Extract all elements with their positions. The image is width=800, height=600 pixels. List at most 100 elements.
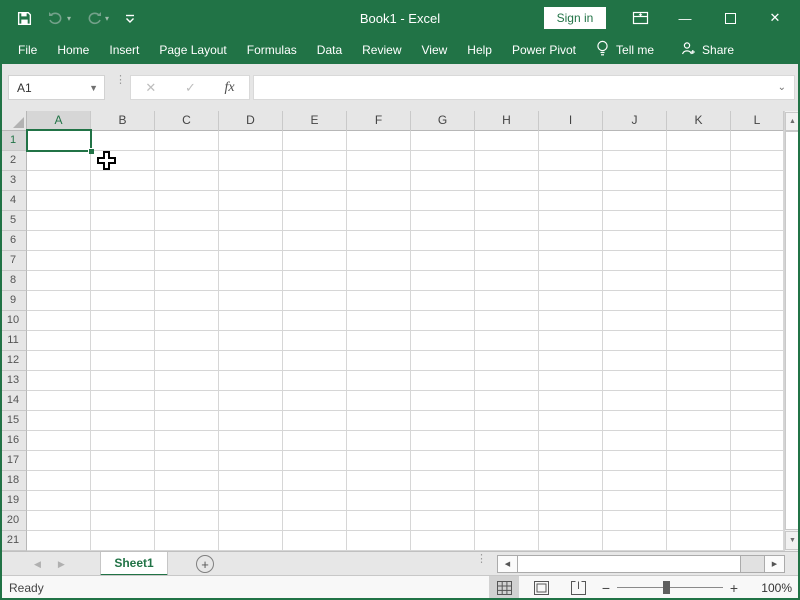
cell-F13[interactable] xyxy=(347,371,411,391)
cell-F12[interactable] xyxy=(347,351,411,371)
cell-E11[interactable] xyxy=(283,331,347,351)
cell-A8[interactable] xyxy=(27,271,91,291)
cell-D17[interactable] xyxy=(219,451,283,471)
scroll-down-icon[interactable]: ▼ xyxy=(785,531,800,550)
zoom-in-icon[interactable]: + xyxy=(726,580,742,596)
cell-G6[interactable] xyxy=(411,231,475,251)
cell-J2[interactable] xyxy=(603,151,667,171)
cell-G10[interactable] xyxy=(411,311,475,331)
cell-I16[interactable] xyxy=(539,431,603,451)
cell-G12[interactable] xyxy=(411,351,475,371)
scroll-left-icon[interactable]: ◀ xyxy=(497,555,518,573)
cell-H15[interactable] xyxy=(475,411,539,431)
cell-L2[interactable] xyxy=(731,151,784,171)
cell-D2[interactable] xyxy=(219,151,283,171)
cell-J1[interactable] xyxy=(603,131,667,151)
cell-B1[interactable] xyxy=(91,131,155,151)
next-sheet-icon[interactable]: ▶ xyxy=(58,559,65,570)
cell-H7[interactable] xyxy=(475,251,539,271)
cell-B11[interactable] xyxy=(91,331,155,351)
column-header-C[interactable]: C xyxy=(155,111,219,131)
cell-G2[interactable] xyxy=(411,151,475,171)
cell-K20[interactable] xyxy=(667,511,731,531)
cell-L3[interactable] xyxy=(731,171,784,191)
cell-L1[interactable] xyxy=(731,131,784,151)
cell-D14[interactable] xyxy=(219,391,283,411)
cell-A10[interactable] xyxy=(27,311,91,331)
row-header-2[interactable]: 2 xyxy=(0,151,27,171)
sign-in-button[interactable]: Sign in xyxy=(544,7,606,29)
cell-K6[interactable] xyxy=(667,231,731,251)
row-header-18[interactable]: 18 xyxy=(0,471,27,491)
ribbon-tab-insert[interactable]: Insert xyxy=(99,36,149,64)
cell-J6[interactable] xyxy=(603,231,667,251)
cell-L14[interactable] xyxy=(731,391,784,411)
cell-K18[interactable] xyxy=(667,471,731,491)
cell-F3[interactable] xyxy=(347,171,411,191)
cell-B5[interactable] xyxy=(91,211,155,231)
cell-E13[interactable] xyxy=(283,371,347,391)
cell-B20[interactable] xyxy=(91,511,155,531)
cell-K4[interactable] xyxy=(667,191,731,211)
cell-L11[interactable] xyxy=(731,331,784,351)
cell-K13[interactable] xyxy=(667,371,731,391)
cell-B10[interactable] xyxy=(91,311,155,331)
scroll-up-icon[interactable]: ▲ xyxy=(785,112,800,131)
cell-A2[interactable] xyxy=(27,151,91,171)
cell-F2[interactable] xyxy=(347,151,411,171)
cell-E12[interactable] xyxy=(283,351,347,371)
row-header-21[interactable]: 21 xyxy=(0,531,27,551)
sheet-tab-sheet1[interactable]: Sheet1 xyxy=(100,552,168,576)
row-header-6[interactable]: 6 xyxy=(0,231,27,251)
cell-A1[interactable] xyxy=(27,131,91,151)
row-header-16[interactable]: 16 xyxy=(0,431,27,451)
cell-E19[interactable] xyxy=(283,491,347,511)
cell-H3[interactable] xyxy=(475,171,539,191)
row-header-11[interactable]: 11 xyxy=(0,331,27,351)
cell-C18[interactable] xyxy=(155,471,219,491)
cell-G19[interactable] xyxy=(411,491,475,511)
cell-F1[interactable] xyxy=(347,131,411,151)
cell-E6[interactable] xyxy=(283,231,347,251)
cell-J11[interactable] xyxy=(603,331,667,351)
row-header-13[interactable]: 13 xyxy=(0,371,27,391)
cell-G20[interactable] xyxy=(411,511,475,531)
cell-A21[interactable] xyxy=(27,531,91,551)
cell-K10[interactable] xyxy=(667,311,731,331)
cell-D20[interactable] xyxy=(219,511,283,531)
cell-B9[interactable] xyxy=(91,291,155,311)
row-header-20[interactable]: 20 xyxy=(0,511,27,531)
cell-I14[interactable] xyxy=(539,391,603,411)
cell-H8[interactable] xyxy=(475,271,539,291)
cell-A4[interactable] xyxy=(27,191,91,211)
cell-L5[interactable] xyxy=(731,211,784,231)
cell-J5[interactable] xyxy=(603,211,667,231)
name-box[interactable]: A1 ▼ xyxy=(8,75,105,100)
cell-A15[interactable] xyxy=(27,411,91,431)
cell-D11[interactable] xyxy=(219,331,283,351)
cell-I11[interactable] xyxy=(539,331,603,351)
cell-I5[interactable] xyxy=(539,211,603,231)
cell-C10[interactable] xyxy=(155,311,219,331)
cell-E7[interactable] xyxy=(283,251,347,271)
row-header-19[interactable]: 19 xyxy=(0,491,27,511)
cell-H18[interactable] xyxy=(475,471,539,491)
cell-I8[interactable] xyxy=(539,271,603,291)
cell-I10[interactable] xyxy=(539,311,603,331)
cell-E20[interactable] xyxy=(283,511,347,531)
cell-C9[interactable] xyxy=(155,291,219,311)
cell-G9[interactable] xyxy=(411,291,475,311)
cell-F5[interactable] xyxy=(347,211,411,231)
cell-E21[interactable] xyxy=(283,531,347,551)
cell-J3[interactable] xyxy=(603,171,667,191)
cell-H20[interactable] xyxy=(475,511,539,531)
cell-L9[interactable] xyxy=(731,291,784,311)
cell-B13[interactable] xyxy=(91,371,155,391)
cell-H10[interactable] xyxy=(475,311,539,331)
cell-C2[interactable] xyxy=(155,151,219,171)
cell-A13[interactable] xyxy=(27,371,91,391)
cell-K14[interactable] xyxy=(667,391,731,411)
cell-J20[interactable] xyxy=(603,511,667,531)
row-header-12[interactable]: 12 xyxy=(0,351,27,371)
ribbon-tab-home[interactable]: Home xyxy=(47,36,99,64)
